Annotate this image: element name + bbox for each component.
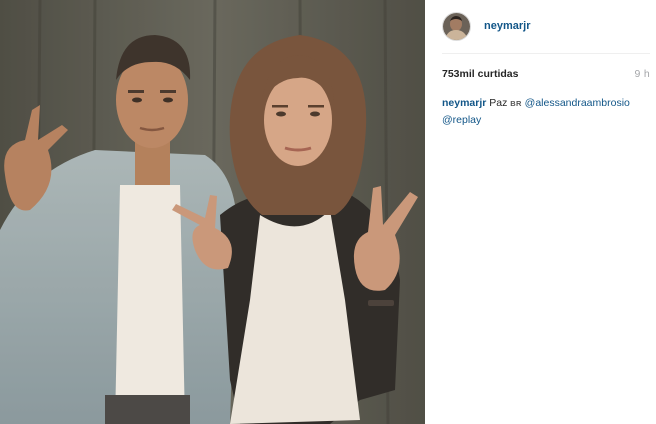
mention-link-alessandraambrosio[interactable]: @alessandraambrosio (525, 97, 630, 109)
post-caption: neymarjr Paz BR @alessandraambrosio @rep… (442, 95, 648, 128)
likes-count[interactable]: 753mil curtidas (442, 68, 518, 80)
profile-avatar-icon[interactable] (442, 11, 471, 41)
post-stats: 753mil curtidas 9 h (442, 68, 650, 80)
post-header: neymarjr (442, 11, 646, 41)
post-details-panel: neymarjr 753mil curtidas 9 h neymarjr Pa… (426, 0, 656, 424)
post-photo[interactable] (0, 0, 425, 424)
mention-link-replay[interactable]: @replay (442, 114, 481, 126)
flag-emoji-br: BR (510, 99, 522, 108)
caption-text: Paz (489, 97, 508, 109)
caption-author-link[interactable]: neymarjr (442, 97, 486, 109)
post-timestamp[interactable]: 9 h (635, 68, 651, 80)
header-divider (442, 53, 650, 54)
username-link[interactable]: neymarjr (484, 20, 530, 32)
